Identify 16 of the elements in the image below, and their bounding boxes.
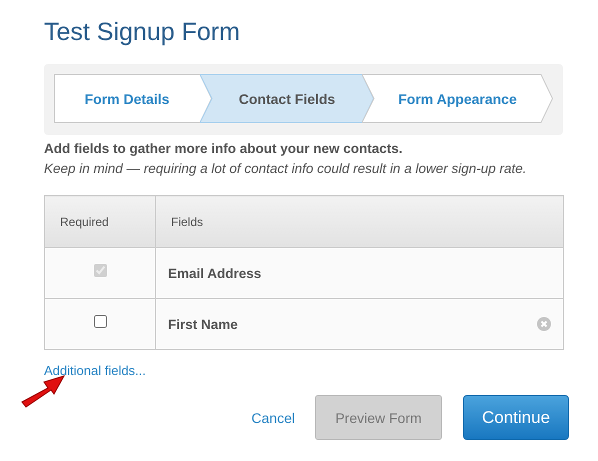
column-header: Required (44, 196, 156, 248)
step-tab[interactable]: Form Appearance (362, 74, 553, 123)
cancel-link[interactable]: Cancel (251, 410, 295, 426)
remove-icon[interactable] (537, 317, 551, 331)
instruction-text: Add fields to gather more info about your new contacts. (44, 141, 404, 156)
field-name: Email Address (168, 266, 262, 280)
continue-button[interactable]: Continue (463, 395, 569, 440)
preview-button[interactable]: Preview Form (315, 395, 442, 440)
hint-text: Keep in mind — requiring a lot of contact info could result in a lower sign-up rate. (44, 161, 528, 176)
step-tab[interactable]: Contact Fields (200, 74, 374, 123)
step-tab[interactable]: Form Details (54, 74, 212, 123)
form-title: Test Signup Form (44, 18, 241, 48)
field-name: First Name (168, 316, 238, 332)
additional-fields-link[interactable]: Additional fields... (44, 363, 146, 378)
required-checkbox[interactable] (94, 315, 106, 328)
column-header: Fields (156, 196, 564, 248)
